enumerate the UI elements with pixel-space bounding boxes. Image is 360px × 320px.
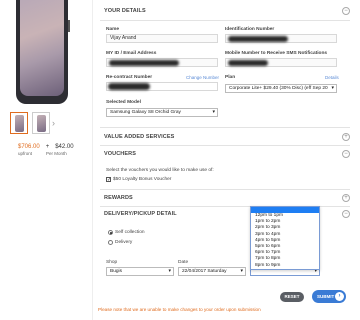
section-title: VALUE ADDED SERVICES [104, 134, 175, 140]
thumbnail-list [10, 112, 50, 134]
vouchers-intro: Select the vouchers you would like to ma… [106, 168, 214, 173]
submit-button[interactable]: SUBMIT › [312, 290, 346, 303]
divider [100, 189, 350, 190]
arrow-right-icon: › [335, 292, 344, 301]
plan-label: Plan [225, 75, 236, 80]
price-plus: + [45, 144, 50, 150]
price-summary: $706.00 + $42.00 upfront Per Month [18, 144, 88, 156]
redacted-value [109, 60, 179, 66]
mobile-label: Mobile Number to Receive SMS Notificatio… [225, 51, 328, 56]
expand-icon[interactable]: + [342, 194, 350, 202]
plan-value: Corporate Lite+ $29.40 (30% Disc) (eff S… [229, 86, 328, 91]
time-dropdown[interactable]: 12pm to 1pm 1pm to 2pm 2pm to 3pm 3pm to 4p… [250, 206, 320, 270]
collapse-icon[interactable]: − [342, 210, 350, 218]
your-details-header[interactable]: YOUR DETAILS − [104, 7, 350, 15]
redacted-value [228, 60, 268, 66]
upfront-price: $706.00 [18, 144, 40, 150]
vouchers-header[interactable]: VOUCHERS − [104, 150, 350, 158]
phone-image [16, 0, 70, 104]
myid-field[interactable] [106, 58, 218, 67]
thumbnail-front[interactable] [10, 112, 28, 134]
expand-icon[interactable]: + [342, 133, 350, 141]
shop-select[interactable]: Bugis ▾ [106, 267, 174, 276]
shop-value: Bugis [110, 269, 122, 274]
thumbnail-side[interactable] [32, 112, 50, 134]
recontract-field[interactable] [106, 82, 218, 91]
chevron-down-icon: ▾ [168, 268, 171, 274]
voucher-checkbox[interactable]: ✓ [106, 177, 111, 183]
value-added-header[interactable]: VALUE ADDED SERVICES + [104, 133, 350, 141]
date-value: 22/04/2017 Saturday [182, 269, 227, 274]
section-title: REWARDS [104, 195, 133, 201]
identification-field[interactable] [225, 34, 337, 43]
model-select[interactable]: Samsung Galaxy S8 Orchid Gray ▾ [106, 108, 218, 117]
phone-side-button [68, 20, 70, 32]
divider [100, 145, 350, 146]
submit-label: SUBMIT [317, 294, 335, 299]
redacted-value [228, 36, 288, 42]
collapse-icon[interactable]: − [342, 150, 350, 158]
identification-label: Identification Number [225, 27, 275, 32]
product-panel: › $706.00 + $42.00 upfront Per Month [0, 0, 92, 320]
radio-selected-icon [108, 230, 113, 235]
shop-label: Shop [106, 260, 118, 265]
rewards-header[interactable]: REWARDS + [104, 194, 350, 202]
plan-select[interactable]: Corporate Lite+ $29.40 (30% Disc) (eff S… [225, 84, 337, 93]
divider [100, 127, 350, 128]
model-label: Selected Model [106, 100, 141, 105]
plan-details-link[interactable]: Details [325, 75, 339, 80]
name-label: Name [106, 27, 120, 32]
radio-empty-icon [108, 240, 113, 245]
time-option[interactable]: 8pm to 9pm [251, 263, 319, 269]
monthly-price: $42.00 [55, 144, 74, 150]
radio-label: Self collection [115, 230, 145, 235]
time-option-list: 12pm to 1pm 1pm to 2pm 2pm to 3pm 3pm to 4p… [251, 213, 319, 269]
phone-screen [20, 0, 64, 96]
reset-button[interactable]: RESET [280, 292, 304, 302]
monthly-label: Per Month [46, 151, 67, 156]
model-value: Samsung Galaxy S8 Orchid Gray [110, 110, 181, 115]
date-select[interactable]: 22/04/2017 Saturday ▾ [178, 267, 246, 276]
self-collection-radio[interactable]: Self collection [108, 230, 145, 235]
submission-note: Please note that we are unable to make c… [98, 307, 261, 312]
recontract-label: Re-contract Number [106, 75, 153, 80]
collapse-icon[interactable]: − [342, 7, 350, 15]
chevron-down-icon: ▾ [240, 268, 243, 274]
myid-label: MY ID / Email Address [106, 51, 157, 56]
redacted-value [108, 83, 150, 90]
section-title: VOUCHERS [104, 151, 136, 157]
chevron-down-icon: ▾ [330, 85, 334, 92]
section-title: YOUR DETAILS [104, 8, 146, 14]
delivery-radio[interactable]: Delivery [108, 240, 132, 245]
voucher-label: $50 Loyalty Bonus Voucher [113, 177, 172, 182]
chevron-down-icon: ▾ [212, 109, 215, 115]
date-label: Date [178, 260, 189, 265]
thumbnail-next-icon[interactable]: › [52, 118, 55, 128]
divider [100, 20, 350, 21]
radio-label: Delivery [115, 240, 133, 245]
name-field[interactable]: Vijay Anand [106, 34, 218, 43]
upfront-label: upfront [18, 151, 33, 156]
mobile-field[interactable] [225, 58, 337, 67]
change-number-link[interactable]: Change Number [186, 75, 219, 80]
